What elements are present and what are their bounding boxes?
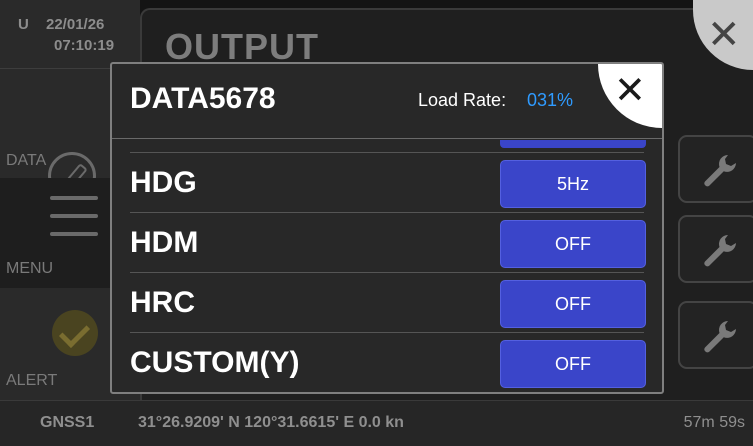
output-dialog: DATA5678 Load Rate: 031% ✕ HDG 5Hz HDM O… <box>110 62 664 394</box>
sidebar-item-label: ALERT <box>6 372 58 389</box>
sentence-name: CUSTOM(Y) <box>130 346 300 379</box>
elapsed-time: 57m 59s <box>683 414 745 431</box>
list-item: HRC OFF <box>112 272 662 332</box>
mode-indicator: U <box>18 16 29 33</box>
settings-button[interactable] <box>678 301 753 369</box>
rate-button[interactable]: OFF <box>500 220 646 268</box>
close-icon: ✕ <box>707 13 741 57</box>
rate-button[interactable] <box>500 140 646 148</box>
list-item: HDM OFF <box>112 212 662 272</box>
load-rate-label: Load Rate: <box>418 90 507 110</box>
wrench-icon <box>704 234 736 267</box>
datetime-display: U 22/01/26 07:10:19 <box>6 4 138 66</box>
check-icon <box>52 310 98 356</box>
sidebar-item-label: MENU <box>6 260 54 277</box>
sentence-name: HDG <box>130 166 197 199</box>
date-text: 22/01/26 <box>46 16 105 33</box>
settings-button[interactable] <box>678 215 753 283</box>
sidebar-item-data[interactable]: DATA <box>0 70 108 200</box>
time-text: 07:10:19 <box>54 37 115 54</box>
sentence-name: HDM <box>130 226 199 259</box>
divider <box>112 138 662 139</box>
list-item: CUSTOM(Y) OFF <box>112 332 662 392</box>
rate-button[interactable]: OFF <box>500 340 646 388</box>
status-bar: GNSS1 31°26.9209' N 120°31.6615' E 0.0 k… <box>0 400 753 446</box>
close-icon: ✕ <box>614 70 646 112</box>
wrench-icon <box>704 154 736 187</box>
dialog-title: DATA5678 <box>130 82 276 115</box>
rate-button[interactable]: 5Hz <box>500 160 646 208</box>
sidebar-item-label: DATA <box>6 152 47 169</box>
position-readout: 31°26.9209' N 120°31.6615' E 0.0 kn <box>138 414 404 431</box>
gnss-source: GNSS1 <box>40 414 95 431</box>
load-rate-value: 031% <box>527 90 574 110</box>
wrench-icon <box>704 321 736 353</box>
sentence-list[interactable]: HDG 5Hz HDM OFF HRC OFF CUSTOM(Y) OFF <box>112 140 662 392</box>
sentence-name: HRC <box>130 286 195 319</box>
list-item: HDG 5Hz <box>112 152 662 212</box>
dialog-close-button[interactable]: ✕ <box>598 64 662 128</box>
settings-button[interactable] <box>678 135 753 203</box>
rate-button[interactable]: OFF <box>500 280 646 328</box>
